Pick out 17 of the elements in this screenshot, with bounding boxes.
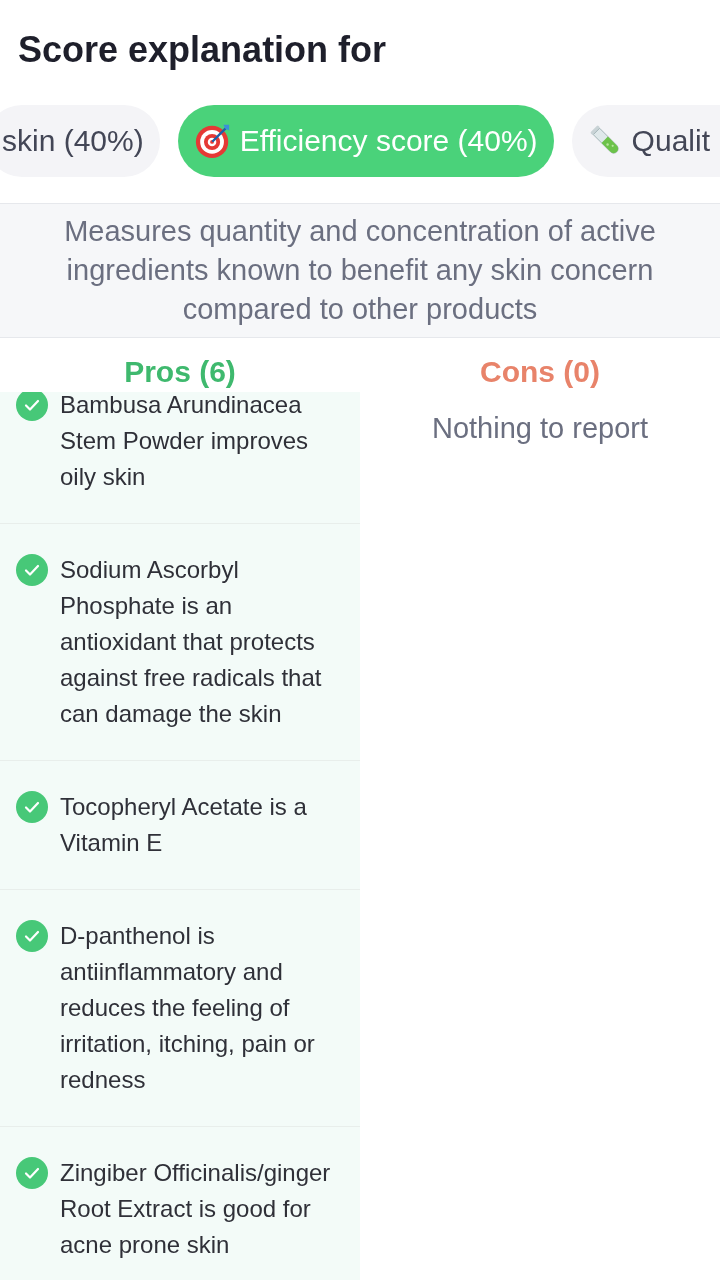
check-icon: [16, 791, 48, 823]
check-icon: [16, 554, 48, 586]
pro-item-text: Sodium Ascorbyl Phosphate is an antioxidant that protects against free radicals that can damage the skin: [60, 555, 323, 729]
score-tab[interactable]: skin (40%): [0, 105, 160, 177]
pro-item-text: Zingiber Officinalis/ginger Root Extract is good for acne prone skin: [60, 1158, 332, 1260]
check-icon: [16, 920, 48, 952]
pros-heading: Pros (6): [124, 354, 236, 390]
check-icon: [16, 1157, 48, 1189]
cons-heading: Cons (0): [480, 354, 600, 390]
empty-state-text: Nothing to report: [432, 411, 648, 446]
target-icon: [193, 122, 232, 160]
pro-item-text: Tocopheryl Acetate is a Vitamin E: [60, 792, 308, 858]
page-title: Score explanation for: [17, 28, 387, 72]
score-tab[interactable]: Qualit: [571, 105, 720, 177]
pro-item-text: D-panthenol is antiinflammatory and reduces the feeling of irritation, itching, pain or redness: [60, 921, 316, 1095]
pro-item-text: Bambusa Arundinacea Stem Powder improves oily skin: [60, 392, 310, 492]
description-text: Measures quantity and concentration of active ingredients known to benefit any skin concern compared to other products: [63, 214, 657, 327]
